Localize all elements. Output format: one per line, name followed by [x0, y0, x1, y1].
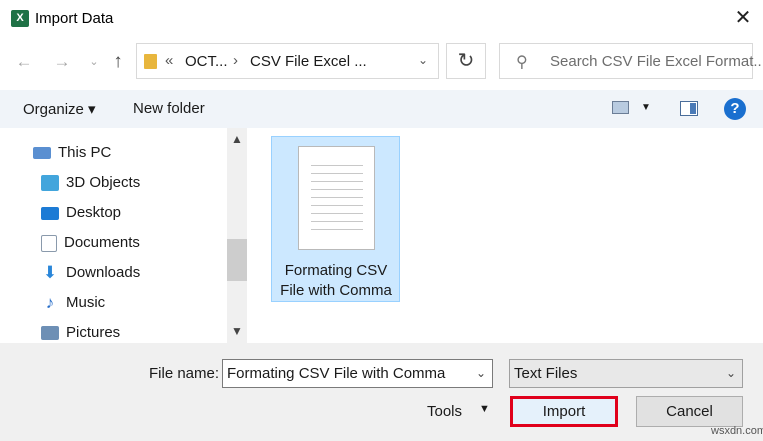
breadcrumb-oct[interactable]: OCT...: [185, 53, 228, 70]
scrollbar-thumb[interactable]: [227, 239, 247, 281]
new-folder-button[interactable]: New folder: [133, 100, 205, 117]
search-box[interactable]: ⚲ Search CSV File Excel Format...: [499, 43, 763, 79]
scroll-up-icon[interactable]: ▲: [227, 132, 247, 146]
file-item-name: Formating CSV File with Comma: [280, 262, 392, 299]
import-button[interactable]: Import: [510, 396, 618, 427]
nav-item-downloads[interactable]: ⬇ Downloads: [41, 261, 140, 285]
breadcrumb-separator: ›: [233, 52, 238, 69]
file-name-label: File name:: [149, 365, 220, 382]
cancel-button[interactable]: Cancel: [636, 396, 743, 427]
download-icon: ⬇: [42, 263, 58, 283]
nav-item-label: This PC: [58, 144, 112, 161]
nav-item-label: 3D Objects: [66, 174, 141, 191]
tools-dropdown-arrow-icon[interactable]: ▼: [479, 403, 490, 415]
search-icon: ⚲: [516, 54, 528, 71]
view-options-chevron-icon[interactable]: ▼: [641, 102, 651, 113]
footer-panel: File name: Formating CSV File with Comma…: [0, 343, 763, 441]
breadcrumb-csv-folder[interactable]: CSV File Excel ...: [250, 53, 367, 70]
pictures-icon: [41, 326, 59, 341]
refresh-icon[interactable]: ↻: [446, 43, 486, 79]
nav-item-pictures[interactable]: Pictures: [41, 321, 120, 343]
scroll-down-icon[interactable]: ▼: [227, 324, 247, 338]
chevron-down-icon[interactable]: ⌄: [476, 366, 486, 380]
search-placeholder: Search CSV File Excel Format...: [550, 53, 763, 70]
up-arrow-icon[interactable]: ↑: [107, 51, 129, 73]
nav-item-label: Music: [66, 294, 106, 311]
title-bar: X Import Data ✕: [0, 0, 763, 38]
preview-pane-icon[interactable]: [680, 101, 698, 116]
nav-item-label: Pictures: [66, 324, 121, 341]
nav-item-music[interactable]: ♪ Music: [41, 291, 105, 315]
tools-button[interactable]: Tools: [427, 403, 462, 420]
nav-item-documents[interactable]: Documents: [41, 231, 140, 255]
nav-item-desktop[interactable]: Desktop: [41, 201, 121, 225]
watermark-text: wsxdn.com: [711, 425, 763, 437]
chevron-down-icon[interactable]: ⌄: [726, 366, 736, 380]
address-dropdown-chevron-icon[interactable]: ⌄: [418, 53, 428, 67]
file-type-value: Text Files: [514, 365, 578, 382]
text-document-icon: [298, 146, 375, 250]
nav-item-this-pc[interactable]: This PC: [33, 141, 111, 165]
command-toolbar: Organize ▾ New folder ▼ ?: [0, 90, 763, 128]
file-type-select[interactable]: Text Files ⌄: [509, 359, 743, 388]
documents-icon: [41, 234, 57, 252]
address-bar[interactable]: « OCT... › CSV File Excel ... ⌄: [136, 43, 439, 79]
excel-app-icon: X: [11, 10, 29, 27]
organize-button[interactable]: Organize ▾: [23, 100, 96, 118]
file-name-input[interactable]: Formating CSV File with Comma ⌄: [222, 359, 493, 388]
pc-icon: [33, 147, 51, 160]
file-name-value: Formating CSV File with Comma: [227, 365, 446, 382]
recent-locations-chevron-icon[interactable]: ⌄: [83, 51, 105, 73]
music-icon: ♪: [45, 293, 55, 313]
window-title: Import Data: [35, 10, 114, 27]
change-view-icon[interactable]: [612, 101, 629, 114]
breadcrumb-overflow[interactable]: «: [165, 52, 173, 69]
file-item-selected[interactable]: Formating CSV File with Comma: [271, 136, 400, 302]
nav-item-label: Desktop: [66, 204, 122, 221]
cube-icon: [41, 175, 59, 192]
nav-item-label: Downloads: [66, 264, 141, 281]
nav-scrollbar[interactable]: ▲ ▼: [227, 128, 247, 343]
forward-arrow-icon[interactable]: →: [51, 51, 73, 73]
desktop-icon: [41, 206, 59, 220]
help-icon[interactable]: ?: [724, 98, 746, 120]
close-icon[interactable]: ✕: [733, 7, 753, 29]
nav-item-3d-objects[interactable]: 3D Objects: [41, 171, 140, 195]
folder-icon: [144, 54, 157, 69]
nav-item-label: Documents: [64, 234, 140, 251]
back-arrow-icon[interactable]: ←: [13, 51, 35, 73]
navigation-pane: This PC 3D Objects Desktop Documents ⬇ Do…: [0, 128, 247, 343]
